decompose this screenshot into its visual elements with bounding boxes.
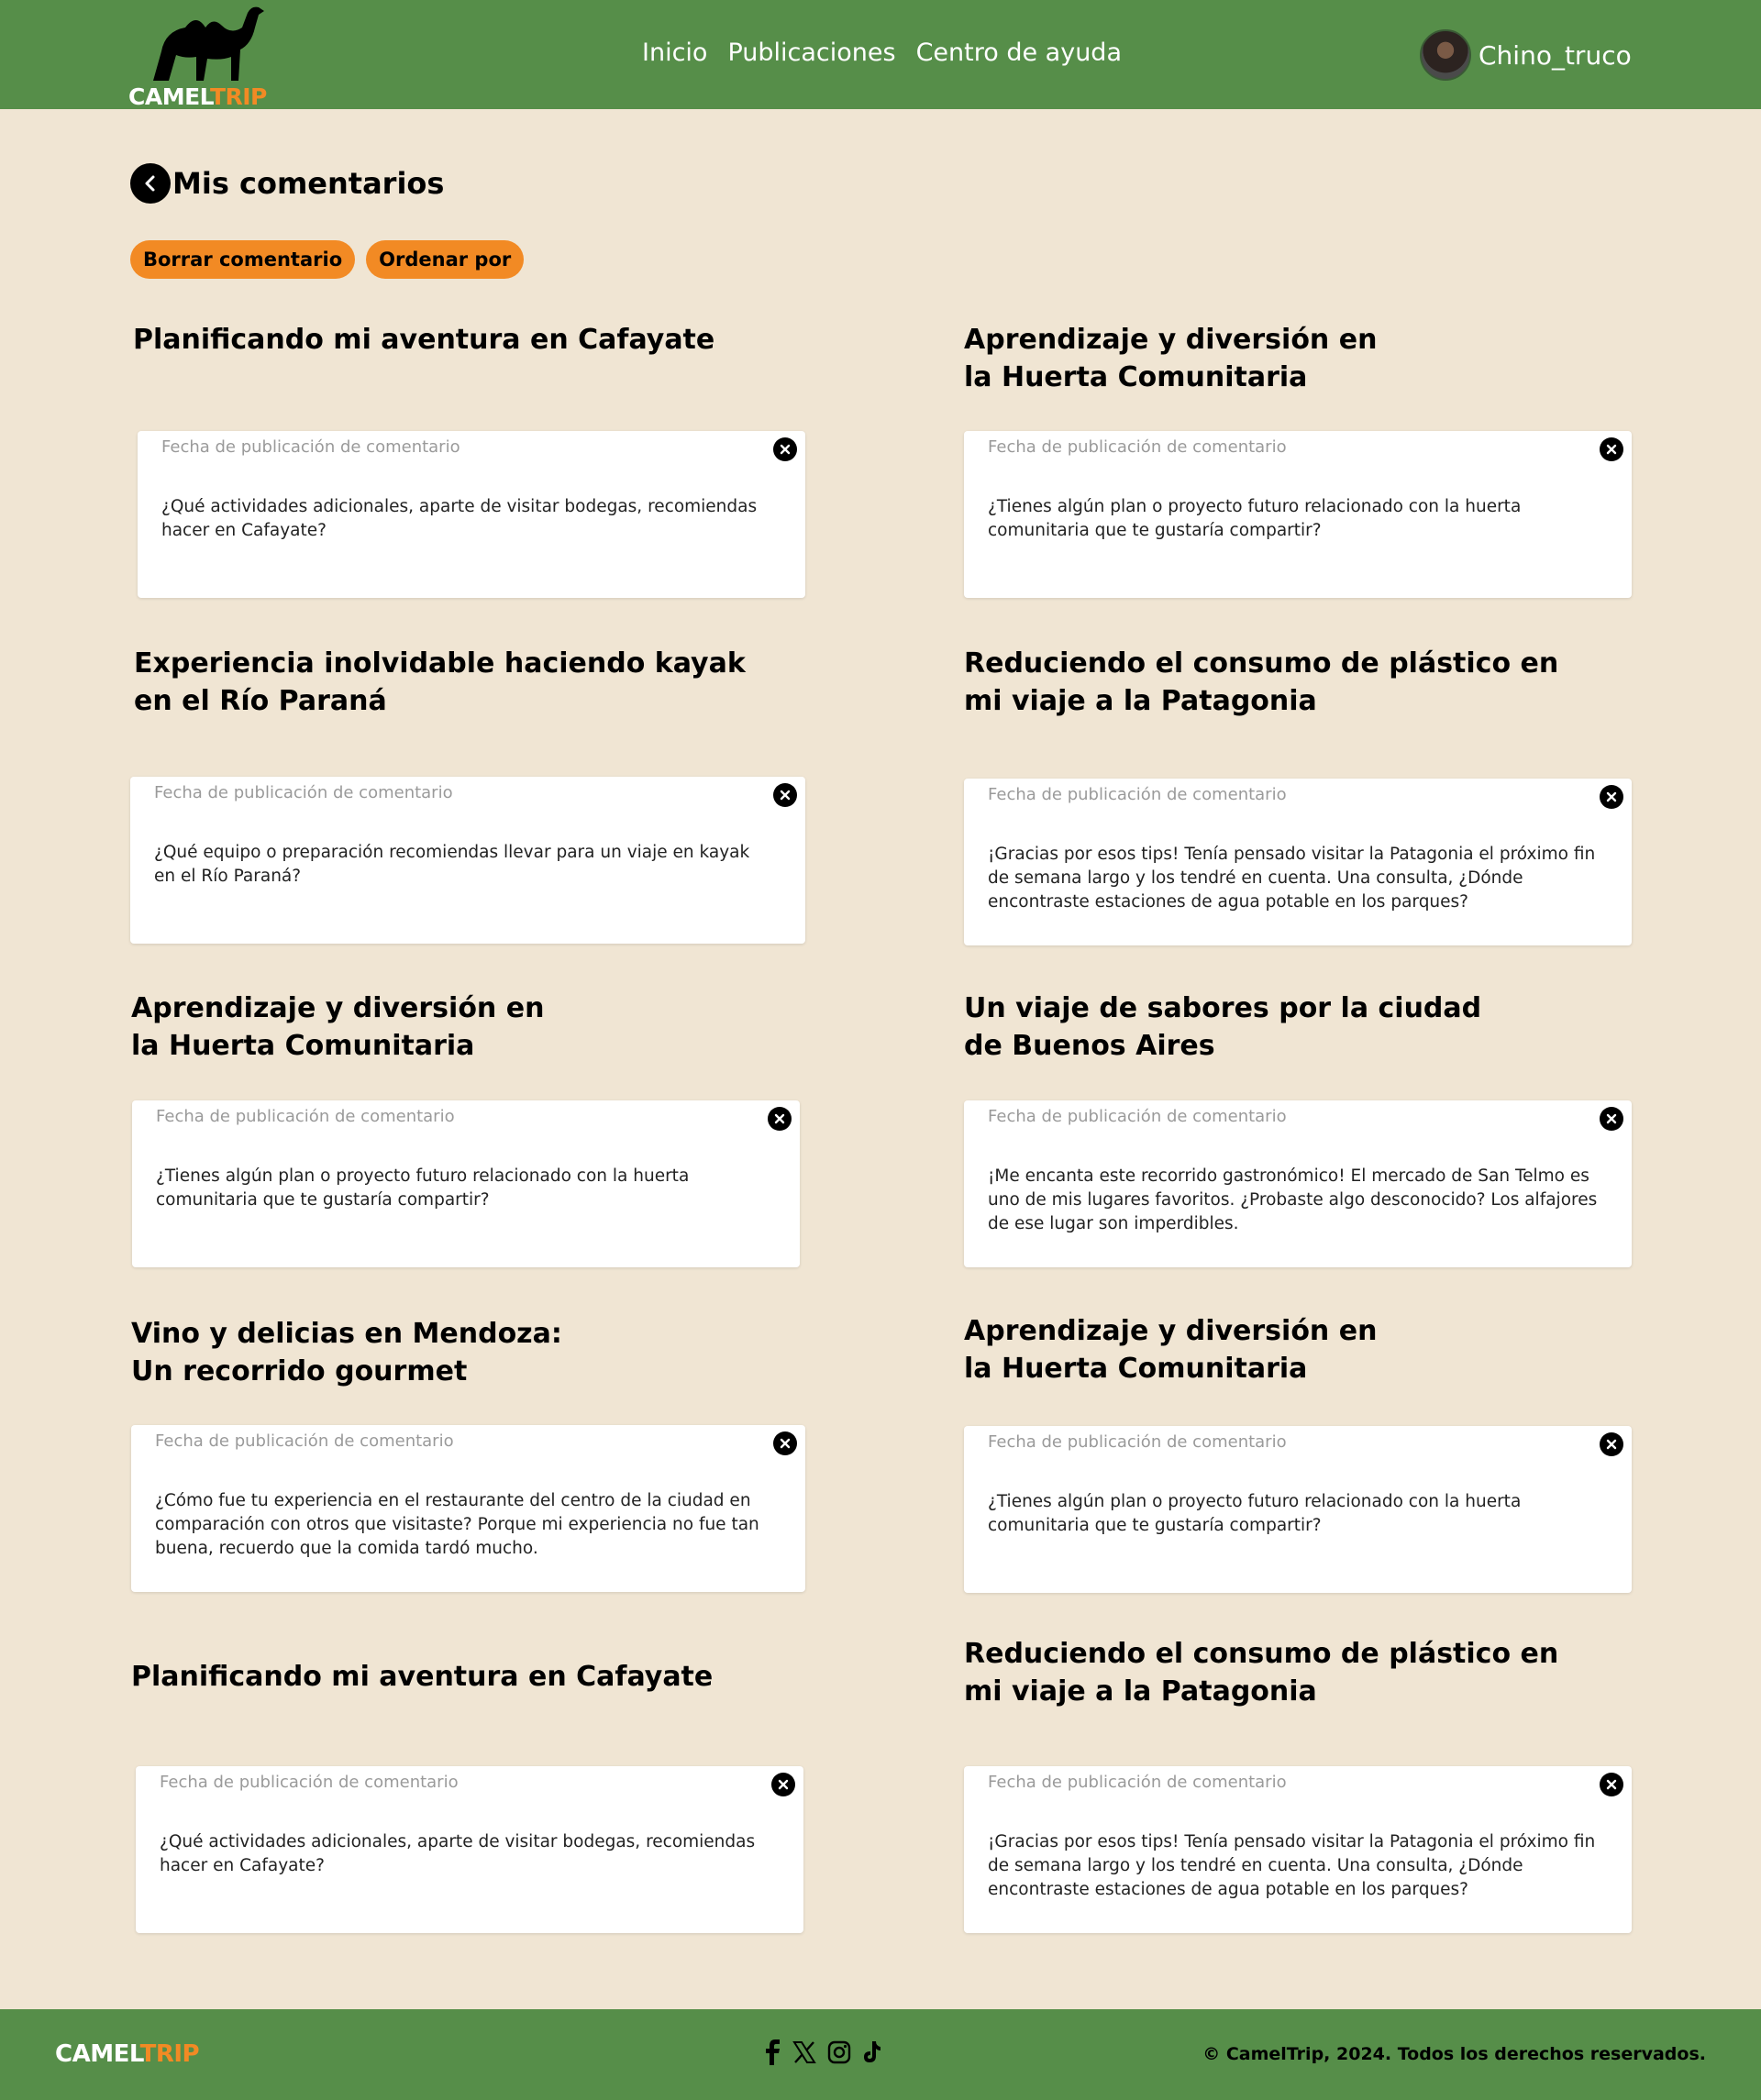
comment-date: Fecha de publicación de comentario [156, 1107, 455, 1126]
post-title[interactable]: Planificando mi aventura en Cafayate [131, 1658, 713, 1696]
post-title[interactable]: Vino y delicias en Mendoza: Un recorrido… [131, 1315, 562, 1390]
action-bar: Borrar comentario Ordenar por [130, 240, 525, 279]
comment-text: ¿Tienes algún plan o proyecto futuro rel… [156, 1166, 690, 1210]
copyright-text: © CamelTrip, 2024. Todos los derechos re… [1202, 2044, 1706, 2064]
post-title[interactable]: Reduciendo el consumo de plástico en mi … [964, 645, 1558, 720]
comment-card: Fecha de publicación de comentario ¿Qué a… [136, 1766, 803, 1933]
delete-comment-icon[interactable] [773, 783, 797, 807]
sort-button[interactable]: Ordenar por [366, 240, 525, 279]
comment-card: Fecha de publicación de comentario ¡Me en… [964, 1100, 1632, 1267]
nav-centro-de-ayuda[interactable]: Centro de ayuda [916, 39, 1122, 67]
page-header: Mis comentarios [130, 163, 444, 204]
comment-text: ¿Qué actividades adicionales, aparte de … [161, 497, 758, 540]
delete-comment-icon[interactable] [773, 1431, 797, 1455]
close-icon [774, 1113, 785, 1124]
main-nav: Inicio Publicaciones Centro de ayuda [642, 39, 1122, 67]
delete-comment-icon[interactable] [1600, 1107, 1623, 1131]
comment-text: ¿Cómo fue tu experiencia en el restauran… [155, 1491, 759, 1558]
nav-inicio[interactable]: Inicio [642, 39, 707, 67]
close-icon [780, 790, 791, 801]
x-icon[interactable] [792, 2040, 816, 2064]
site-header: CAMELTRIP Inicio Publicaciones Centro de… [0, 0, 1761, 110]
comment-text: ¿Tienes algún plan o proyecto futuro rel… [988, 1492, 1522, 1535]
close-icon [780, 444, 791, 455]
post-title[interactable]: Experiencia inolvidable haciendo kayak e… [134, 645, 746, 720]
comment-text: ¡Gracias por esos tips! Tenía pensado vi… [988, 845, 1596, 912]
avatar[interactable] [1420, 29, 1471, 81]
comment-date: Fecha de publicación de comentario [988, 1432, 1287, 1452]
comment-card: Fecha de publicación de comentario ¡Graci… [964, 1766, 1632, 1933]
tiktok-icon[interactable] [862, 2040, 882, 2064]
chevron-left-icon [145, 175, 155, 192]
user-menu[interactable]: Chino_truco [1420, 29, 1632, 81]
post-title[interactable]: Aprendizaje y diversión en la Huerta Com… [964, 1312, 1377, 1387]
comment-date: Fecha de publicación de comentario [161, 437, 460, 457]
page-title: Mis comentarios [172, 166, 445, 201]
logo[interactable]: CAMELTRIP [128, 4, 284, 110]
post-title[interactable]: Reduciendo el consumo de plástico en mi … [964, 1635, 1558, 1710]
comment-card: Fecha de publicación de comentario ¿Qué e… [130, 777, 805, 944]
delete-comment-icon[interactable] [773, 437, 797, 461]
delete-comment-icon[interactable] [1600, 437, 1623, 461]
comment-text: ¿Qué actividades adicionales, aparte de … [160, 1832, 756, 1875]
social-links [765, 2039, 882, 2065]
comment-card: Fecha de publicación de comentario ¿Tiene… [132, 1100, 800, 1267]
close-icon [1606, 1439, 1617, 1450]
comment-card: Fecha de publicación de comentario ¿Qué a… [138, 431, 805, 598]
post-title[interactable]: Aprendizaje y diversión en la Huerta Com… [131, 989, 544, 1065]
close-icon [780, 1438, 791, 1449]
post-title[interactable]: Planificando mi aventura en Cafayate [133, 321, 714, 359]
footer-logo[interactable]: CAMELTRIP [55, 2040, 200, 2068]
delete-comment-button[interactable]: Borrar comentario [130, 240, 356, 279]
comment-date: Fecha de publicación de comentario [155, 1431, 454, 1451]
close-icon [778, 1779, 789, 1790]
username[interactable]: Chino_truco [1479, 40, 1632, 71]
delete-comment-icon[interactable] [771, 1773, 795, 1796]
close-icon [1606, 1779, 1617, 1790]
close-icon [1606, 444, 1617, 455]
nav-publicaciones[interactable]: Publicaciones [727, 39, 895, 67]
delete-comment-icon[interactable] [1600, 1773, 1623, 1796]
delete-comment-icon[interactable] [1600, 785, 1623, 809]
site-footer: CAMELTRIP © CamelTrip, 2024. Todos los d… [0, 2009, 1761, 2100]
close-icon [1606, 791, 1617, 802]
back-button[interactable] [130, 163, 171, 204]
comment-text: ¿Qué equipo o preparación recomiendas ll… [154, 843, 750, 886]
instagram-icon[interactable] [827, 2040, 851, 2064]
comment-text: ¿Tienes algún plan o proyecto futuro rel… [988, 497, 1522, 540]
post-title[interactable]: Un viaje de sabores por la ciudad de Bue… [964, 989, 1481, 1065]
comment-text: ¡Me encanta este recorrido gastronómico!… [988, 1166, 1598, 1233]
delete-comment-icon[interactable] [1600, 1432, 1623, 1456]
comment-card: Fecha de publicación de comentario ¡Graci… [964, 779, 1632, 945]
comment-date: Fecha de publicación de comentario [988, 785, 1287, 804]
camel-icon [153, 6, 264, 82]
comment-date: Fecha de publicación de comentario [988, 437, 1287, 457]
comment-card: Fecha de publicación de comentario ¿Tiene… [964, 1426, 1632, 1593]
comment-date: Fecha de publicación de comentario [154, 783, 453, 802]
comment-text: ¡Gracias por esos tips! Tenía pensado vi… [988, 1832, 1596, 1899]
comment-card: Fecha de publicación de comentario ¿Cómo … [131, 1425, 805, 1592]
facebook-icon[interactable] [765, 2039, 781, 2065]
comment-card: Fecha de publicación de comentario ¿Tiene… [964, 431, 1632, 598]
close-icon [1606, 1113, 1617, 1124]
comment-date: Fecha de publicación de comentario [988, 1773, 1287, 1792]
post-title[interactable]: Aprendizaje y diversión en la Huerta Com… [964, 321, 1377, 396]
logo-text: CAMELTRIP [128, 83, 267, 110]
comment-date: Fecha de publicación de comentario [160, 1773, 459, 1792]
comment-date: Fecha de publicación de comentario [988, 1107, 1287, 1126]
delete-comment-icon[interactable] [768, 1107, 792, 1131]
